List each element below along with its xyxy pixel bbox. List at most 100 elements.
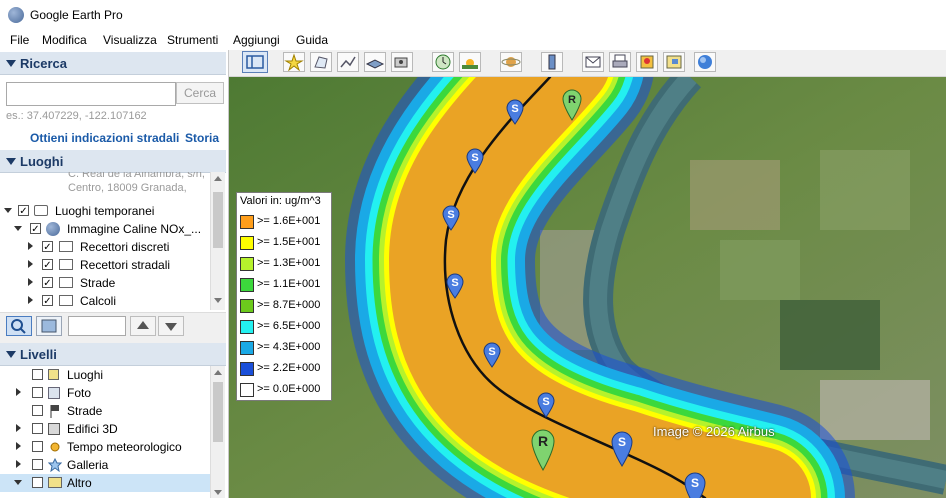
scroll-down-icon[interactable] bbox=[214, 298, 222, 303]
places-filter-input[interactable] bbox=[68, 316, 126, 336]
menu-aggiungi[interactable]: Aggiungi bbox=[233, 33, 280, 47]
toggle-view-button[interactable] bbox=[36, 316, 62, 336]
collapse-arrow-icon[interactable] bbox=[6, 158, 16, 165]
road-receptor-marker[interactable]: S bbox=[466, 148, 484, 177]
collapse-arrow-icon[interactable] bbox=[6, 351, 16, 358]
menu-visualizza[interactable]: Visualizza bbox=[103, 33, 157, 47]
satellite-imagery[interactable] bbox=[229, 77, 946, 498]
road-receptor-marker[interactable]: S bbox=[442, 205, 460, 234]
checkbox[interactable]: ✓ bbox=[18, 205, 29, 217]
svg-text:S: S bbox=[691, 476, 699, 490]
sidebar-toggle-icon[interactable] bbox=[242, 51, 268, 73]
legend-swatch bbox=[240, 383, 254, 397]
move-down-button[interactable] bbox=[158, 316, 184, 336]
checkbox[interactable]: ✓ bbox=[42, 241, 53, 253]
expand-arrow-icon[interactable] bbox=[16, 424, 21, 432]
planets-icon[interactable] bbox=[500, 52, 522, 72]
expand-arrow-icon[interactable] bbox=[4, 208, 12, 213]
polygon-icon[interactable] bbox=[310, 52, 332, 72]
expand-arrow-icon[interactable] bbox=[16, 442, 21, 450]
road-receptor-marker[interactable]: S bbox=[446, 273, 464, 302]
menu-guida[interactable]: Guida bbox=[296, 33, 328, 47]
places-scrollbar[interactable] bbox=[210, 172, 225, 310]
expand-arrow-icon[interactable] bbox=[28, 242, 33, 250]
checkbox[interactable] bbox=[32, 423, 43, 434]
road-sign-icon bbox=[48, 404, 60, 418]
checkbox[interactable]: ✓ bbox=[30, 223, 41, 235]
discrete-receptor-marker[interactable]: R bbox=[531, 429, 555, 474]
expand-arrow-icon[interactable] bbox=[28, 260, 33, 268]
menu-strumenti[interactable]: Strumenti bbox=[167, 33, 218, 47]
layers-panel-header[interactable]: Livelli bbox=[0, 343, 226, 366]
overlay-icon[interactable] bbox=[364, 52, 386, 72]
road-receptor-marker[interactable]: S bbox=[684, 472, 706, 498]
expand-arrow-icon[interactable] bbox=[14, 226, 22, 231]
checkbox[interactable] bbox=[32, 387, 43, 398]
scroll-up-icon[interactable] bbox=[214, 176, 222, 181]
legend-entry: >= 0.0E+000 bbox=[237, 379, 331, 400]
checkbox[interactable]: ✓ bbox=[42, 295, 53, 307]
road-receptor-marker[interactable]: S bbox=[483, 342, 501, 371]
discrete-receptor-marker[interactable]: R bbox=[562, 89, 582, 124]
window-title: Google Earth Pro bbox=[30, 8, 123, 22]
sidebar: Ricerca Cerca es.: 37.407229, -122.10716… bbox=[0, 50, 229, 498]
tour-icon[interactable] bbox=[391, 52, 413, 72]
folder-icon bbox=[59, 295, 73, 306]
road-receptor-marker[interactable]: S bbox=[537, 392, 555, 421]
scroll-up-icon[interactable] bbox=[214, 370, 222, 375]
expand-arrow-icon[interactable] bbox=[16, 460, 21, 468]
expand-arrow-icon[interactable] bbox=[28, 278, 33, 286]
map-view[interactable]: S R S S S S S R S S bbox=[229, 77, 946, 498]
checkbox[interactable] bbox=[32, 459, 43, 470]
svg-text:S: S bbox=[488, 346, 495, 358]
history-icon[interactable] bbox=[432, 52, 454, 72]
layers-scrollbar[interactable] bbox=[210, 366, 225, 498]
checkbox[interactable] bbox=[32, 369, 43, 380]
email-icon[interactable] bbox=[582, 52, 604, 72]
scroll-thumb[interactable] bbox=[213, 382, 223, 442]
earth-icon bbox=[46, 222, 60, 236]
road-receptor-marker[interactable]: S bbox=[506, 99, 524, 128]
search-places-button[interactable] bbox=[6, 316, 32, 336]
svg-text:S: S bbox=[471, 152, 478, 164]
search-panel-header[interactable]: Ricerca bbox=[0, 52, 226, 75]
directions-link[interactable]: Ottieni indicazioni stradali bbox=[30, 131, 179, 145]
legend-entry: >= 8.7E+000 bbox=[237, 295, 331, 316]
layer-item-altro[interactable]: Altro bbox=[0, 474, 210, 492]
checkbox[interactable] bbox=[32, 477, 43, 488]
collapse-arrow-icon[interactable] bbox=[6, 60, 16, 67]
menu-modifica[interactable]: Modifica bbox=[42, 33, 87, 47]
svg-text:R: R bbox=[568, 94, 576, 106]
folder-icon bbox=[59, 241, 73, 252]
move-up-button[interactable] bbox=[130, 316, 156, 336]
search-hint: es.: 37.407229, -122.107162 bbox=[6, 110, 147, 122]
checkbox[interactable] bbox=[32, 441, 43, 452]
folder-icon bbox=[48, 477, 62, 488]
menu-file[interactable]: File bbox=[10, 33, 29, 47]
path-icon[interactable] bbox=[337, 52, 359, 72]
ruler-icon[interactable] bbox=[541, 52, 563, 72]
sunlight-icon[interactable] bbox=[459, 52, 481, 72]
places-panel-header[interactable]: Luoghi bbox=[0, 150, 226, 173]
scroll-thumb[interactable] bbox=[213, 192, 223, 248]
save-image-icon[interactable] bbox=[636, 52, 658, 72]
legend-entry: >= 2.2E+000 bbox=[237, 358, 331, 379]
placemark-icon[interactable] bbox=[283, 52, 305, 72]
history-link[interactable]: Storia bbox=[185, 131, 219, 145]
google-earth-logo-icon bbox=[8, 7, 24, 23]
legend-swatch bbox=[240, 320, 254, 334]
checkbox[interactable]: ✓ bbox=[42, 277, 53, 289]
expand-arrow-icon[interactable] bbox=[14, 480, 22, 485]
search-input[interactable] bbox=[6, 82, 176, 106]
scroll-down-icon[interactable] bbox=[214, 490, 222, 495]
expand-arrow-icon[interactable] bbox=[28, 296, 33, 304]
road-receptor-marker[interactable]: S bbox=[611, 431, 633, 470]
checkbox[interactable]: ✓ bbox=[42, 259, 53, 271]
expand-arrow-icon[interactable] bbox=[16, 388, 21, 396]
maps-icon[interactable] bbox=[694, 52, 716, 72]
print-icon[interactable] bbox=[609, 52, 631, 72]
map-icon[interactable] bbox=[663, 52, 685, 72]
places-tree: C. Real de la Alhambra, s/n, Centro, 180… bbox=[0, 172, 210, 310]
checkbox[interactable] bbox=[32, 405, 43, 416]
search-button[interactable]: Cerca bbox=[176, 82, 224, 104]
